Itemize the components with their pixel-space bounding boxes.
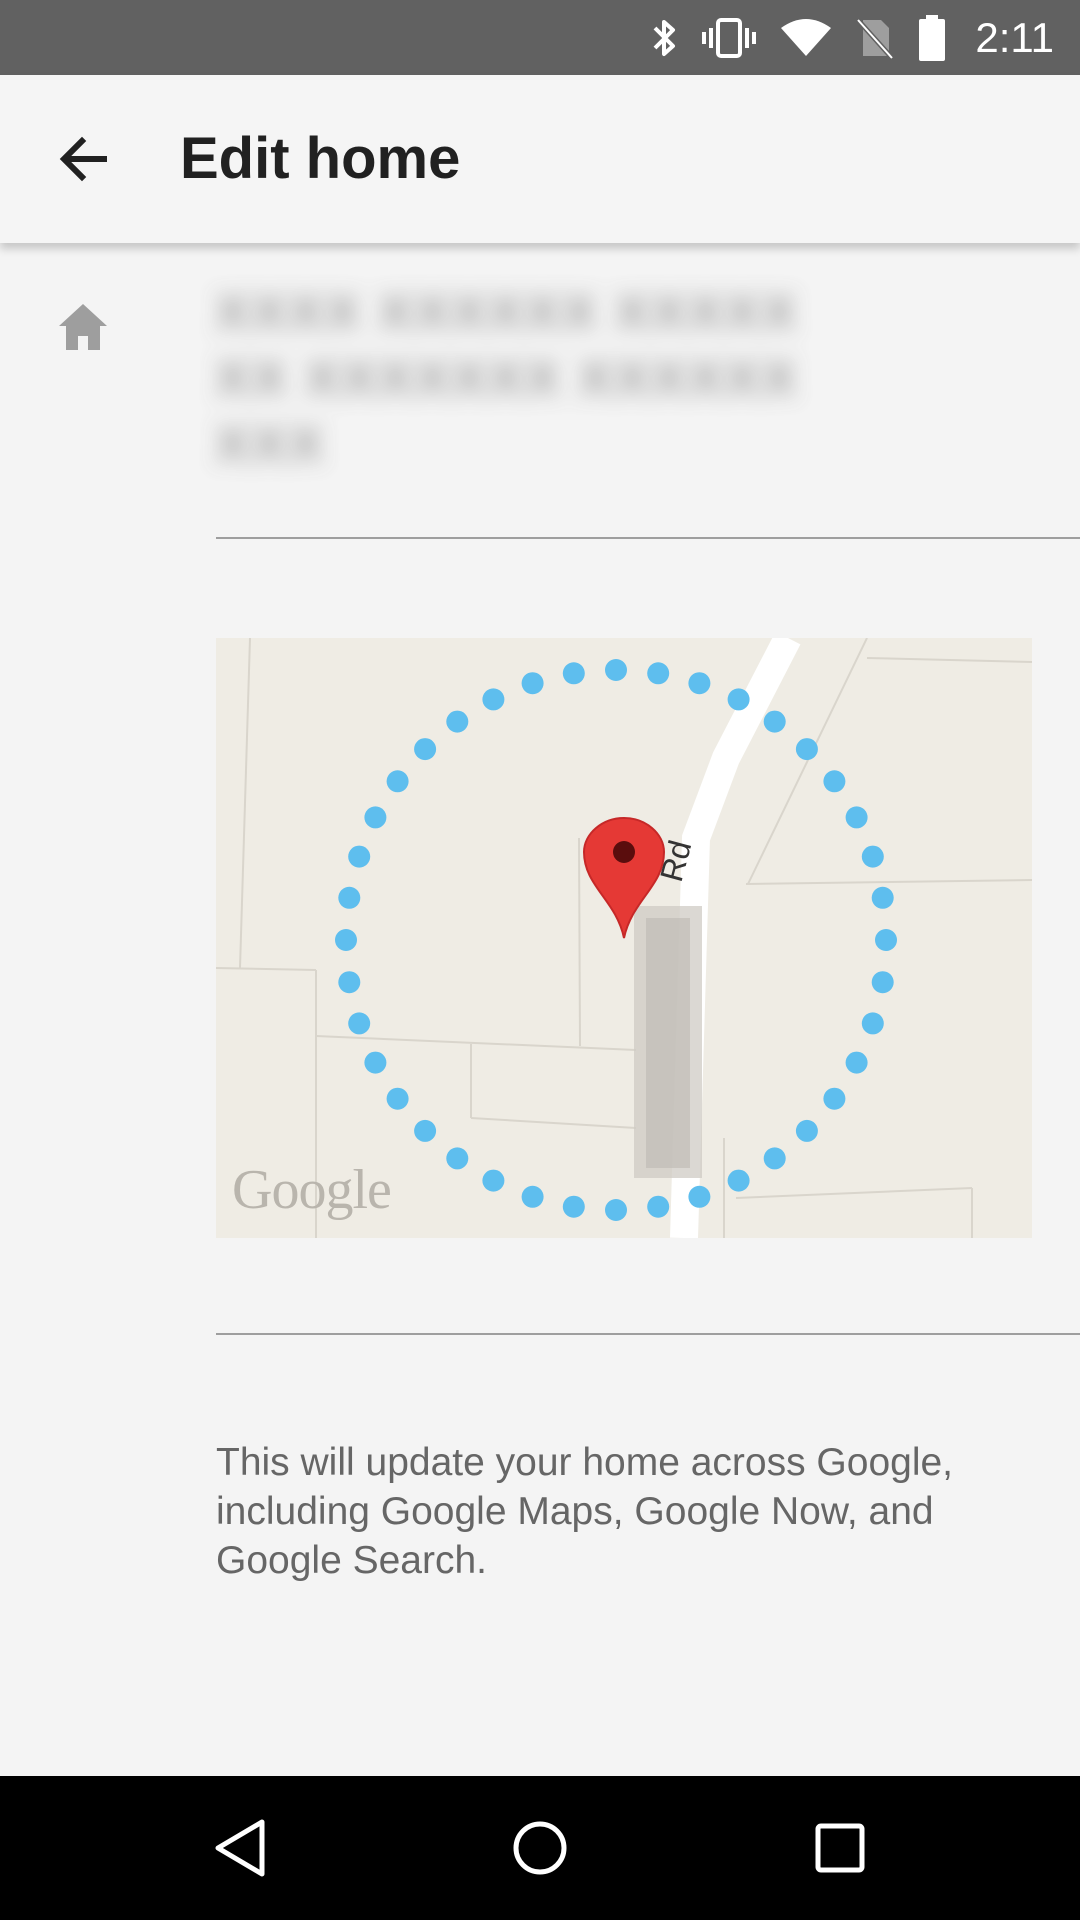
radius-dot (871, 971, 894, 994)
radius-dot (823, 770, 846, 793)
radius-dot (348, 1012, 371, 1035)
radius-dot (795, 738, 818, 761)
page-title: Edit home (180, 126, 461, 191)
radius-dot (386, 770, 409, 793)
radius-dot (386, 1087, 409, 1110)
status-bar: 2:11 (0, 0, 1080, 75)
nav-back-icon (215, 1819, 265, 1877)
radius-dot (338, 971, 361, 994)
radius-dot (727, 688, 750, 711)
home-icon (59, 304, 107, 350)
map-graphic (216, 638, 1032, 1238)
radius-dot (795, 1119, 818, 1142)
radius-dot (605, 1199, 627, 1221)
radius-dot (414, 1119, 437, 1142)
radius-dot (446, 710, 469, 733)
radius-dot (521, 1185, 544, 1208)
wifi-icon (779, 16, 833, 60)
radius-dot (727, 1169, 750, 1192)
back-button[interactable] (44, 119, 124, 199)
radius-dot (364, 806, 387, 829)
radius-dot (845, 1051, 868, 1074)
screen: 2:11 Edit home XXXX XXXXXX XXXXX XX XXXX… (0, 0, 1080, 1920)
battery-icon (917, 14, 947, 62)
radius-dot (482, 1169, 505, 1192)
nav-home-button[interactable] (500, 1812, 580, 1884)
nav-recents-icon (815, 1823, 865, 1873)
radius-dot (861, 845, 884, 868)
radius-dot (482, 688, 505, 711)
radius-dot (823, 1087, 846, 1110)
info-text: This will update your home across Google… (216, 1441, 954, 1582)
address-divider (216, 537, 1080, 539)
radius-dot (688, 1185, 711, 1208)
radius-dot (763, 710, 786, 733)
radius-dot (521, 672, 544, 695)
radius-dot (338, 886, 361, 909)
address-value: XXXX XXXXXX XXXXX XX XXXXXXX XXXXXX XXX (215, 284, 799, 474)
nav-bar (0, 1776, 1080, 1920)
no-sim-icon (855, 16, 895, 60)
map-preview[interactable]: Rd Google (216, 638, 1032, 1238)
nav-home-icon (513, 1821, 567, 1875)
app-bar: Edit home (0, 75, 1080, 243)
radius-dot (688, 672, 711, 695)
bluetooth-icon (649, 16, 679, 60)
radius-dot (562, 662, 585, 685)
radius-dot (605, 659, 627, 681)
radius-dot (647, 1195, 670, 1218)
map-divider (216, 1333, 1080, 1335)
radius-dot (562, 1195, 585, 1218)
radius-dot (348, 845, 371, 868)
radius-dot (875, 929, 897, 951)
radius-dot (647, 662, 670, 685)
radius-dot (446, 1147, 469, 1170)
google-logo: Google (232, 1159, 392, 1221)
radius-dot (364, 1051, 387, 1074)
radius-dot (871, 886, 894, 909)
nav-recents-button[interactable] (800, 1812, 880, 1884)
radius-dot (414, 738, 437, 761)
radius-dot (845, 806, 868, 829)
status-time: 2:11 (975, 13, 1054, 61)
radius-dot (861, 1012, 884, 1035)
radius-dot (335, 929, 357, 951)
radius-dot (763, 1147, 786, 1170)
vibrate-icon (701, 16, 757, 60)
status-icons: 2:11 (649, 0, 1054, 75)
address-field[interactable]: XXXX XXXXXX XXXXX XX XXXXXXX XXXXXX XXX (215, 280, 865, 474)
nav-back-button[interactable] (200, 1812, 280, 1884)
arrow-back-icon (59, 136, 107, 182)
